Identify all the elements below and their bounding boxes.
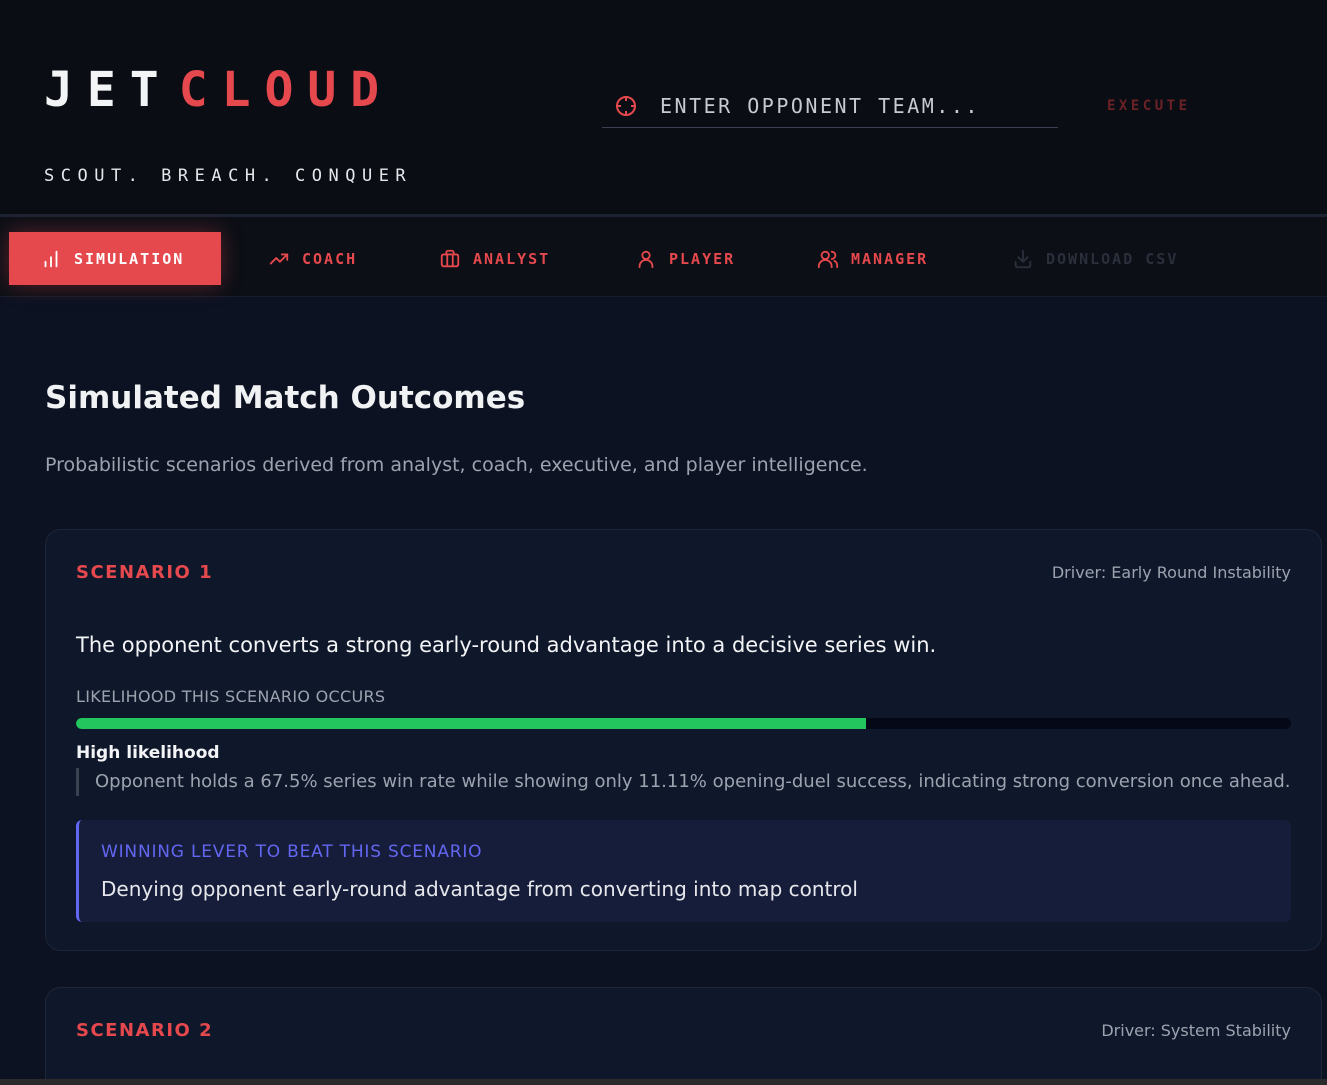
scenario-label: SCENARIO 1 (76, 562, 214, 583)
likelihood-level: High likelihood (76, 743, 220, 763)
tab-label: MANAGER (851, 249, 929, 268)
tab-coach[interactable]: COACH (268, 232, 357, 285)
app-header: JETCLOUD SCOUT. BREACH. CONQUER EXECUTE (0, 0, 1327, 214)
tab-label: COACH (302, 249, 358, 268)
page-title: Simulated Match Outcomes (45, 380, 526, 416)
brand-tagline: SCOUT. BREACH. CONQUER (44, 166, 413, 186)
scenario-card: SCENARIO 1 Driver: Early Round Instabili… (45, 529, 1322, 951)
page-subtitle: Probabilistic scenarios derived from ana… (45, 454, 868, 476)
tab-label: ANALYST (473, 249, 551, 268)
brand-logo: JET CLOUD (44, 62, 393, 118)
likelihood-bar-fill (76, 718, 866, 729)
tab-label: DOWNLOAD CSV (1046, 249, 1179, 268)
lever-text: Denying opponent early-round advantage f… (101, 877, 858, 901)
scenario-label: SCENARIO 2 (76, 1020, 214, 1041)
crosshair-icon (616, 95, 636, 116)
likelihood-bar (76, 718, 1291, 729)
tab-simulation[interactable]: SIMULATION (9, 232, 221, 285)
users-icon (817, 250, 839, 268)
opponent-search (602, 84, 1058, 128)
winning-lever-box: WINNING LEVER TO BEAT THIS SCENARIO Deny… (76, 820, 1291, 922)
tab-player[interactable]: PLAYER (635, 232, 735, 285)
tab-label: SIMULATION (74, 249, 185, 268)
brand-word-1: JET (44, 62, 173, 118)
execute-button[interactable]: EXECUTE (1096, 94, 1212, 118)
briefcase-icon (440, 249, 460, 267)
likelihood-label: LIKELIHOOD THIS SCENARIO OCCURS (76, 687, 386, 706)
scenario-driver: Driver: System Stability (1101, 1021, 1291, 1040)
main-nav: SIMULATION COACH ANALYST PLAYER MANAGER … (0, 217, 1327, 297)
download-icon (1014, 249, 1032, 268)
download-csv-button[interactable]: DOWNLOAD CSV (1012, 232, 1178, 285)
scenario-card: SCENARIO 2 Driver: System Stability (45, 987, 1322, 1085)
bar-chart-icon (44, 250, 58, 267)
tab-analyst[interactable]: ANALYST (439, 232, 550, 285)
scenario-evidence: Opponent holds a 67.5% series win rate w… (76, 768, 1291, 796)
scenario-driver: Driver: Early Round Instability (1051, 563, 1291, 582)
tab-manager[interactable]: MANAGER (817, 232, 928, 285)
opponent-team-input[interactable] (660, 93, 1050, 118)
window-bottom-edge (0, 1079, 1327, 1085)
trending-up-icon (269, 253, 289, 264)
brand-word-2: CLOUD (178, 62, 394, 118)
lever-title: WINNING LEVER TO BEAT THIS SCENARIO (101, 842, 483, 862)
tab-label: PLAYER (669, 249, 736, 268)
scenario-outcome: The opponent converts a strong early-rou… (76, 633, 937, 657)
user-icon (638, 250, 654, 268)
